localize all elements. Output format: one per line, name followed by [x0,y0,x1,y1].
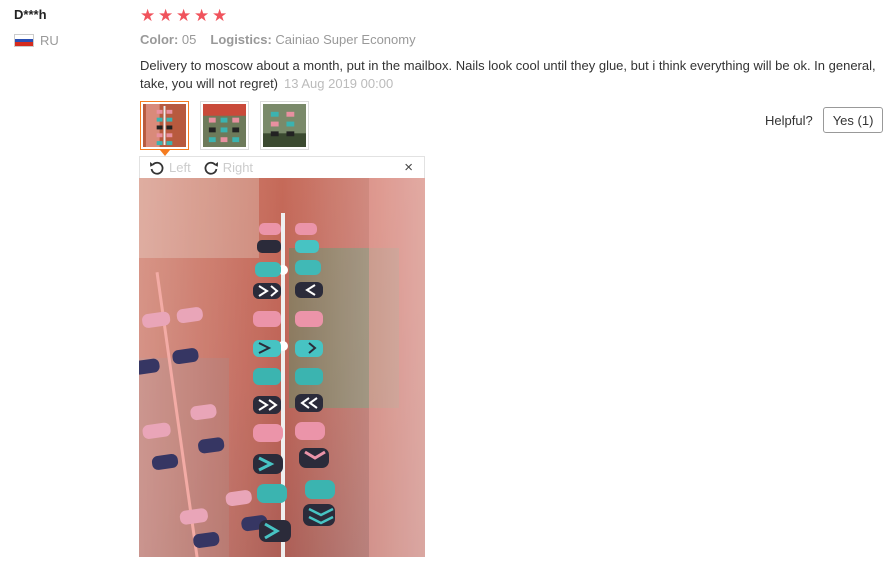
helpful-yes-button[interactable]: Yes (1) [822,107,884,133]
photo-viewer-toolbar: Left Right × [139,156,425,178]
color-label: Color: [140,32,179,47]
rotate-right-button[interactable]: Right [203,160,253,176]
rotate-left-label: Left [169,160,191,175]
country-code: RU [40,33,59,48]
review-date: 13 Aug 2019 00:00 [284,76,394,91]
reviewer-country: RU [14,33,59,48]
helpful-label: Helpful? [765,112,813,128]
review-thumbnails [140,101,309,156]
logistics-value: Cainiao Super Economy [275,32,416,47]
review-thumbnail-1[interactable] [140,101,189,156]
rotate-left-icon [150,161,164,175]
star-icon: ★ [158,6,174,25]
review-thumbnail-2[interactable] [200,101,249,150]
review-body: Delivery to moscow about a month, put in… [140,57,880,93]
nail-photo-thumbnail [203,104,246,147]
review-text: Delivery to moscow about a month, put in… [140,58,876,91]
helpful-section: Helpful? Yes (1) [765,107,884,133]
review-photo-large [139,178,425,557]
reviewer-name: D***h [14,7,47,22]
star-icon: ★ [140,6,156,25]
star-rating: ★ ★ ★ ★ ★ [140,7,228,24]
close-icon[interactable]: × [404,159,413,176]
star-icon: ★ [212,6,228,25]
color-value: 05 [181,32,197,47]
order-meta: Color: 05 Logistics: Cainiao Super Econo… [140,32,416,47]
rotate-right-label: Right [222,160,254,175]
russia-flag-icon [14,34,34,47]
logistics-label: Logistics: [210,32,272,47]
nail-photo-thumbnail [263,104,306,147]
review-thumbnail-3[interactable] [260,101,309,150]
photo-viewer: Left Right × [139,156,425,557]
nail-photo-thumbnail [143,104,186,147]
rotate-right-icon [204,161,218,175]
star-icon: ★ [176,6,192,25]
star-icon: ★ [194,6,210,25]
rotate-left-button[interactable]: Left [149,160,191,176]
